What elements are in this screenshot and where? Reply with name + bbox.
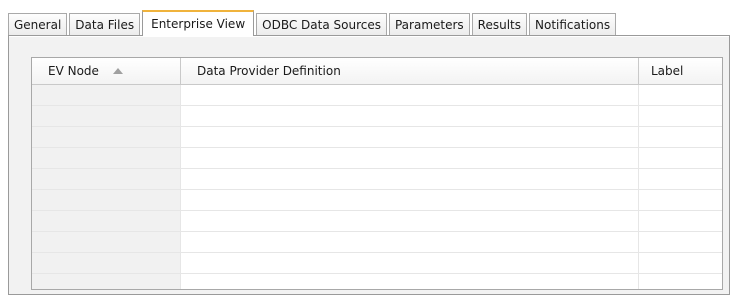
table-cell (181, 85, 639, 105)
table-cell (639, 190, 722, 210)
tab-enterprise-view[interactable]: Enterprise View (142, 10, 255, 36)
table-cell (639, 253, 722, 273)
column-header-label: EV Node (48, 64, 99, 78)
table-cell (32, 85, 181, 105)
table-cell (181, 148, 639, 168)
table-row[interactable] (32, 127, 722, 148)
table-row[interactable] (32, 211, 722, 232)
sort-ascending-icon (112, 68, 123, 74)
table-row[interactable] (32, 253, 722, 274)
enterprise-view-panel: EV Node Data Provider Definition Label (8, 35, 730, 295)
table-cell (639, 169, 722, 189)
table-cell (181, 211, 639, 231)
table-cell (181, 274, 639, 289)
table-cell (639, 211, 722, 231)
table-row[interactable] (32, 106, 722, 127)
table-cell (639, 127, 722, 147)
table-cell (181, 169, 639, 189)
table-cell (639, 106, 722, 126)
table-cell (639, 274, 722, 289)
table-cell (639, 232, 722, 252)
tab-odbc-data-sources[interactable]: ODBC Data Sources (256, 13, 387, 35)
table-cell (32, 106, 181, 126)
table-row[interactable] (32, 274, 722, 289)
table-cell (32, 169, 181, 189)
table-cell (32, 253, 181, 273)
table-row[interactable] (32, 169, 722, 190)
table-cell (32, 232, 181, 252)
tab-notifications[interactable]: Notifications (529, 13, 617, 35)
column-header-label: Label (651, 64, 684, 78)
table-cell (181, 253, 639, 273)
table-cell (32, 148, 181, 168)
table-cell (181, 190, 639, 210)
column-header-ev-node[interactable]: EV Node (32, 58, 181, 84)
column-header-label: Data Provider Definition (197, 64, 341, 78)
column-header-data-provider-definition[interactable]: Data Provider Definition (181, 58, 639, 84)
tab-data-files[interactable]: Data Files (69, 13, 141, 35)
tab-parameters[interactable]: Parameters (388, 13, 470, 35)
table-cell (32, 211, 181, 231)
tab-strip: General Data Files Enterprise View ODBC … (8, 9, 728, 36)
table-row[interactable] (32, 85, 722, 106)
tab-general[interactable]: General (8, 13, 68, 35)
table-cell (181, 106, 639, 126)
table-cell (181, 232, 639, 252)
table-cell (32, 274, 181, 289)
table-cell (32, 190, 181, 210)
table-header: EV Node Data Provider Definition Label (32, 58, 722, 85)
table-row[interactable] (32, 148, 722, 169)
table-cell (32, 127, 181, 147)
table-row[interactable] (32, 232, 722, 253)
column-header-label-col[interactable]: Label (639, 58, 722, 84)
table-cell (639, 148, 722, 168)
enterprise-view-table[interactable]: EV Node Data Provider Definition Label (31, 57, 723, 290)
table-cell (181, 127, 639, 147)
table-body (32, 85, 722, 289)
table-row[interactable] (32, 190, 722, 211)
table-cell (639, 85, 722, 105)
tab-results[interactable]: Results (471, 13, 528, 35)
